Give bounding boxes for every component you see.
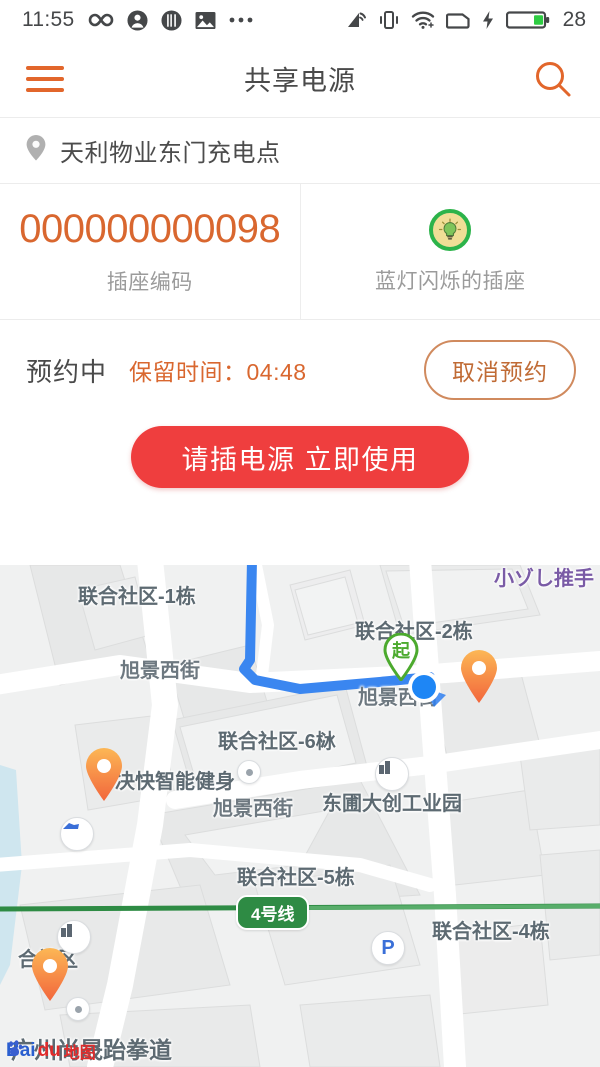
map-pin-marker[interactable] — [459, 650, 499, 704]
charge-point-name: 天利物业东门充电点 — [60, 140, 281, 167]
app-header: 共享电源 — [0, 40, 600, 118]
metro-line-badge: 4号线 — [236, 895, 310, 930]
reservation-status-row: 预约中 保留时间：04:48 取消预约 — [0, 320, 600, 420]
socket-code-cell: 000000000098 插座编码 — [0, 184, 301, 319]
more-icon — [229, 16, 253, 24]
reservation-state: 预约中 — [26, 356, 108, 387]
bicycle-icon[interactable] — [60, 817, 94, 851]
status-bar-right: 28 — [345, 8, 586, 32]
charging-bolt-icon — [481, 10, 495, 30]
socket-indicator-label: 蓝灯闪烁的插座 — [375, 269, 526, 293]
factory-icon[interactable] — [375, 757, 409, 791]
hamburger-menu-icon[interactable] — [26, 65, 64, 92]
poi-dot-icon[interactable] — [237, 760, 261, 784]
infinity-icon — [88, 12, 114, 28]
plug-in-now-button[interactable]: 请插电源 立即使用 — [131, 426, 469, 488]
page-title: 共享电源 — [244, 66, 356, 96]
battery-percent-label: 28 — [562, 8, 586, 31]
restaurant-icon — [160, 9, 182, 31]
cancel-reservation-button[interactable]: 取消预约 — [424, 340, 576, 400]
baidu-logo-du: du — [37, 1040, 61, 1061]
light-bulb-icon — [429, 208, 472, 251]
app-screen: 11:55 28 共享电源 天利物业东门充电点 000000000098 插座编… — [0, 0, 600, 1067]
status-bar: 11:55 28 — [0, 0, 600, 40]
signal-icon — [345, 10, 367, 30]
socket-code-value: 000000000098 — [19, 207, 281, 251]
charge-point-location-row[interactable]: 天利物业东门充电点 — [0, 118, 600, 184]
socket-code-label: 插座编码 — [106, 271, 193, 294]
account-icon — [126, 9, 148, 31]
image-icon — [195, 11, 216, 30]
socket-info-strip: 000000000098 插座编码 蓝灯闪烁的插座 — [0, 184, 600, 320]
map-canvas — [0, 565, 600, 1067]
map-pin-marker[interactable] — [84, 748, 124, 802]
parking-label: P — [381, 936, 395, 959]
map-pin-marker[interactable] — [30, 948, 70, 1002]
search-icon[interactable] — [532, 58, 574, 100]
parking-icon[interactable]: P — [371, 931, 405, 965]
status-bar-clock: 11:55 — [22, 8, 75, 31]
status-bar-left: 11:55 — [22, 8, 253, 32]
map-pin-icon — [26, 135, 46, 166]
vibrate-icon — [378, 10, 400, 30]
baidu-map-logo: Bai du 地图 — [6, 1039, 96, 1063]
reservation-hold-time: 保留时间：04:48 — [129, 359, 307, 385]
battery-icon — [505, 9, 550, 31]
route-start-label: 起 — [392, 641, 410, 661]
wifi-icon — [411, 10, 435, 30]
sdcard-icon — [445, 10, 470, 30]
socket-indicator-cell[interactable]: 蓝灯闪烁的插座 — [301, 184, 600, 319]
cta-container: 请插电源 立即使用 — [0, 420, 600, 516]
baidu-logo-map: 地图 — [63, 1045, 96, 1062]
map-view[interactable]: 联合社区-1栋 联合社区-2栋 小ゾし推手 旭景西街 旭景西街 联合社区-6栤 … — [0, 565, 600, 1067]
